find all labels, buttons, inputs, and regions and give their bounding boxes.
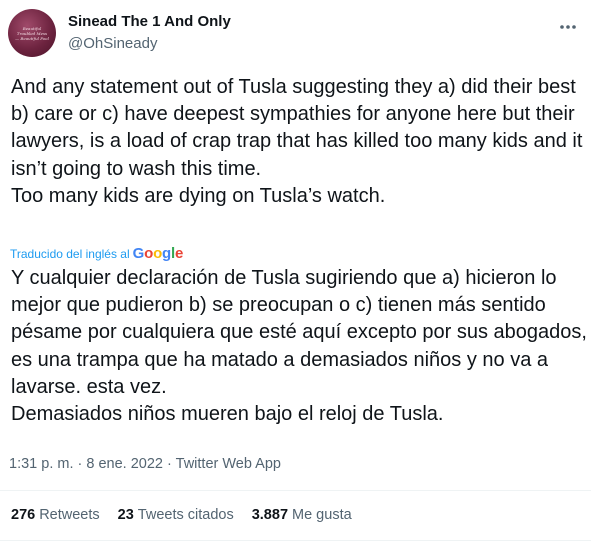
translation-attribution[interactable]: Traducido del inglés al Google [10,245,184,262]
tweet-date[interactable]: 8 ene. 2022 [86,456,163,472]
meta-separator: · [167,456,172,472]
likes-count: 3.887 [251,507,289,523]
google-logo-letter: e [174,245,184,262]
tweet-source[interactable]: Twitter Web App [176,456,281,472]
tweet-stats: 276 Retweets 23 Tweets citados 3.887 Me gus… [11,507,370,523]
google-logo-letter: o [153,245,163,262]
more-options-icon [559,17,577,35]
quote-tweets-stat[interactable]: 23 Tweets citados [118,507,234,523]
author-name[interactable]: Sinead The 1 And Only [68,13,231,30]
divider [0,540,591,541]
divider [0,490,591,491]
tweet-translation: Y cualquier declaración de Tusla sugirie… [11,267,587,426]
likes-label: Me gusta [292,507,352,523]
more-options-button[interactable] [556,16,580,36]
meta-separator: · [77,456,83,472]
tweet-body: And any statement out of Tusla suggestin… [11,76,583,207]
translated-label: Traducido del inglés al [10,247,130,261]
google-logo-letter: g [162,245,171,262]
likes-stat[interactable]: 3.887 Me gusta [252,507,352,523]
tweet-time[interactable]: 1:31 p. m. [9,456,73,472]
quotes-count: 23 [117,507,134,523]
retweets-label: Retweets [39,507,100,523]
quotes-label: Tweets citados [137,507,234,523]
google-logo: Google [133,245,184,262]
author-handle[interactable]: @OhSineady [68,35,157,52]
tweet-meta: 1:31 p. m. · 8 ene. 2022 · Twitter Web A… [9,456,281,472]
google-logo-text: Google [133,245,184,262]
tweet-text: And any statement out of Tusla suggestin… [11,74,586,210]
retweets-stat[interactable]: 276 Retweets [11,507,100,523]
avatar[interactable]: Beautiful Troubled Mess — Beautiful Fool [8,9,56,57]
google-logo-letter: G [132,245,145,262]
google-logo-letter: o [144,245,154,262]
retweets-count: 276 [11,507,36,523]
avatar-text: Beautiful Troubled Mess — Beautiful Fool [15,25,49,41]
